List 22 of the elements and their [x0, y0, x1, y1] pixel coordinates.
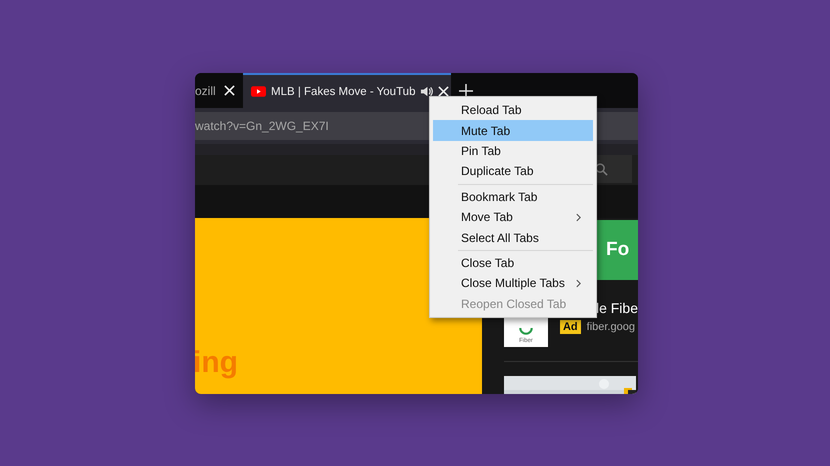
- banner-text: ing: [195, 348, 238, 378]
- ad-title: le Fibe: [596, 300, 638, 316]
- ad-badge: Ad: [560, 320, 581, 334]
- close-icon[interactable]: [438, 86, 450, 97]
- menu-item[interactable]: Close Multiple Tabs: [433, 273, 593, 294]
- ring-icon: [516, 328, 535, 338]
- menu-item[interactable]: Close Tab: [433, 252, 593, 274]
- menu-item[interactable]: Move Tab: [433, 206, 593, 228]
- search-icon: [595, 162, 608, 176]
- menu-item[interactable]: Select All Tabs: [433, 227, 593, 248]
- card-heading: Fo: [606, 239, 630, 261]
- tab-title: ozill: [195, 84, 217, 98]
- menu-item[interactable]: Mute Tab: [433, 120, 593, 141]
- ad-url: fiber.goog: [586, 321, 635, 333]
- close-icon[interactable]: [224, 85, 235, 96]
- menu-item[interactable]: Pin Tab: [433, 140, 593, 162]
- tab-title: MLB | Fakes Move - YouTub: [271, 86, 416, 98]
- new-tab-icon[interactable]: [459, 84, 473, 98]
- browser-tab[interactable]: MLB | Fakes Move - YouTub: [243, 73, 451, 108]
- speaker-icon[interactable]: [420, 85, 434, 98]
- browser-tab[interactable]: ozill: [195, 73, 243, 108]
- video-play-icon: [251, 86, 266, 97]
